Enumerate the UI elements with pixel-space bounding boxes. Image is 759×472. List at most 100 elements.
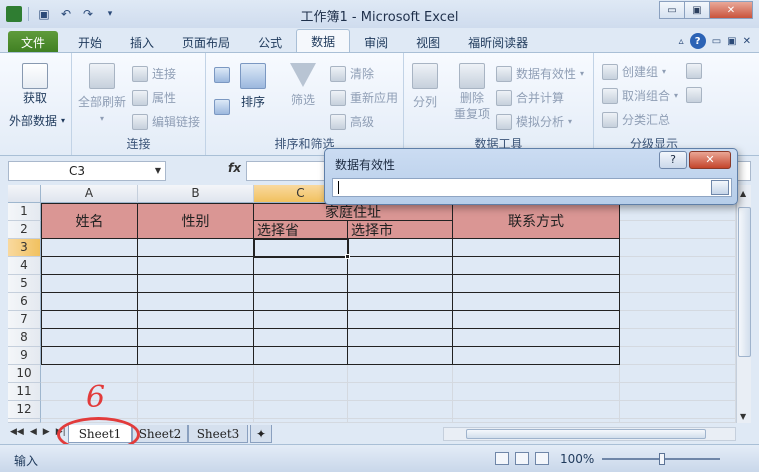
source-range-input[interactable] — [332, 178, 732, 197]
close-window-button[interactable]: ✕ — [709, 1, 753, 19]
row-header-8[interactable]: 8 — [8, 329, 41, 347]
what-if-analysis-button[interactable]: 模拟分析 ▾ — [496, 113, 572, 130]
cell-f8[interactable] — [620, 329, 736, 347]
cell-b12[interactable] — [138, 401, 254, 419]
cell-c9[interactable] — [254, 347, 348, 365]
cell-b8[interactable] — [138, 329, 254, 347]
cell-e4[interactable] — [453, 257, 620, 275]
tab-insert[interactable]: 插入 — [116, 31, 168, 53]
tab-view[interactable]: 视图 — [402, 31, 454, 53]
next-sheet-icon[interactable]: ▶ — [43, 427, 50, 437]
name-box[interactable]: C3 ▼ — [8, 161, 166, 181]
row-header-7[interactable]: 7 — [8, 311, 41, 329]
cell-a4[interactable] — [41, 257, 138, 275]
cell-f3[interactable] — [620, 239, 736, 257]
tab-home[interactable]: 开始 — [64, 31, 116, 53]
doc-minimize-icon[interactable]: ▭ — [712, 36, 721, 47]
cell-a1-name-header[interactable]: 姓名 — [41, 203, 138, 239]
cell-d4[interactable] — [348, 257, 453, 275]
ungroup-button[interactable]: 取消组合 ▾ — [602, 87, 678, 104]
doc-restore-icon[interactable]: ▣ — [727, 36, 736, 47]
sheet-tab-sheet2[interactable]: Sheet2 — [132, 425, 188, 443]
filter-button[interactable]: 筛选 — [290, 63, 316, 108]
cell-d3[interactable] — [348, 239, 453, 257]
insert-function-button[interactable]: fx — [228, 161, 241, 175]
cell-f7[interactable] — [620, 311, 736, 329]
cell-c5[interactable] — [254, 275, 348, 293]
get-external-data-button[interactable]: 获取 — [22, 63, 48, 105]
data-validation-button[interactable]: 数据有效性 ▾ — [496, 65, 584, 82]
scroll-up-icon[interactable]: ▲ — [740, 189, 746, 198]
active-cell-c3[interactable] — [253, 238, 349, 258]
cell-c13[interactable] — [254, 419, 348, 423]
cell-b11[interactable] — [138, 383, 254, 401]
sort-descending-button[interactable] — [214, 99, 230, 115]
cell-d11[interactable] — [348, 383, 453, 401]
cell-a5[interactable] — [41, 275, 138, 293]
cell-f2[interactable] — [620, 221, 736, 239]
cell-e1-contact-header[interactable]: 联系方式 — [453, 203, 620, 239]
row-header-9[interactable]: 9 — [8, 347, 41, 365]
row-header-3[interactable]: 3 — [8, 239, 41, 257]
column-header-a[interactable]: A — [41, 185, 138, 203]
vertical-scrollbar[interactable]: ▲ ▼ — [736, 185, 751, 423]
cell-e3[interactable] — [453, 239, 620, 257]
sort-button[interactable]: 排序 — [240, 63, 266, 110]
cell-e8[interactable] — [453, 329, 620, 347]
consolidate-button[interactable]: 合并计算 — [496, 89, 564, 106]
edit-links-button[interactable]: 编辑链接 — [132, 113, 200, 130]
first-sheet-icon[interactable]: ◀◀ — [10, 427, 24, 437]
cell-b6[interactable] — [138, 293, 254, 311]
sheet-tab-sheet3[interactable]: Sheet3 — [188, 425, 248, 443]
cell-e13[interactable] — [453, 419, 620, 423]
cell-b10[interactable] — [138, 365, 254, 383]
cell-e10[interactable] — [453, 365, 620, 383]
cell-c6[interactable] — [254, 293, 348, 311]
column-header-b[interactable]: B — [138, 185, 254, 203]
cell-c11[interactable] — [254, 383, 348, 401]
vertical-scroll-thumb[interactable] — [738, 207, 751, 357]
cell-d13[interactable] — [348, 419, 453, 423]
cell-f6[interactable] — [620, 293, 736, 311]
horizontal-scroll-thumb[interactable] — [466, 429, 706, 439]
cell-a9[interactable] — [41, 347, 138, 365]
page-layout-view-icon[interactable] — [515, 452, 529, 465]
tab-page-layout[interactable]: 页面布局 — [168, 31, 244, 53]
remove-duplicates-button[interactable]: 删除 重复项 — [454, 63, 490, 121]
cell-f11[interactable] — [620, 383, 736, 401]
cell-d12[interactable] — [348, 401, 453, 419]
clear-filter-button[interactable]: 清除 — [330, 65, 374, 82]
cell-b5[interactable] — [138, 275, 254, 293]
cell-c2-province-header[interactable]: 选择省 — [254, 221, 348, 239]
cell-a7[interactable] — [41, 311, 138, 329]
insert-sheet-icon[interactable]: ✦ — [250, 425, 272, 443]
fill-handle[interactable] — [345, 254, 350, 259]
help-icon[interactable]: ? — [689, 33, 706, 49]
tab-foxit-reader[interactable]: 福昕阅读器 — [454, 31, 542, 53]
cell-b4[interactable] — [138, 257, 254, 275]
cell-b1-gender-header[interactable]: 性别 — [138, 203, 254, 239]
tab-review[interactable]: 审阅 — [350, 31, 402, 53]
row-header-6[interactable]: 6 — [8, 293, 41, 311]
row-header-12[interactable]: 12 — [8, 401, 41, 419]
row-header-11[interactable]: 11 — [8, 383, 41, 401]
cell-a3[interactable] — [41, 239, 138, 257]
zoom-level[interactable]: 100% — [560, 452, 594, 466]
cell-e11[interactable] — [453, 383, 620, 401]
cell-d10[interactable] — [348, 365, 453, 383]
doc-close-icon[interactable]: ✕ — [743, 36, 751, 47]
cell-c7[interactable] — [254, 311, 348, 329]
page-break-view-icon[interactable] — [535, 452, 549, 465]
horizontal-scrollbar[interactable] — [443, 427, 736, 441]
row-header-10[interactable]: 10 — [8, 365, 41, 383]
row-header-1[interactable]: 1 — [8, 203, 41, 221]
cell-b9[interactable] — [138, 347, 254, 365]
cell-b13[interactable] — [138, 419, 254, 423]
subtotal-button[interactable]: 分类汇总 — [602, 111, 670, 128]
cell-e6[interactable] — [453, 293, 620, 311]
row-header-5[interactable]: 5 — [8, 275, 41, 293]
advanced-filter-button[interactable]: 高级 — [330, 113, 374, 130]
sort-ascending-button[interactable] — [214, 67, 230, 83]
cell-f10[interactable] — [620, 365, 736, 383]
tab-formulas[interactable]: 公式 — [244, 31, 296, 53]
